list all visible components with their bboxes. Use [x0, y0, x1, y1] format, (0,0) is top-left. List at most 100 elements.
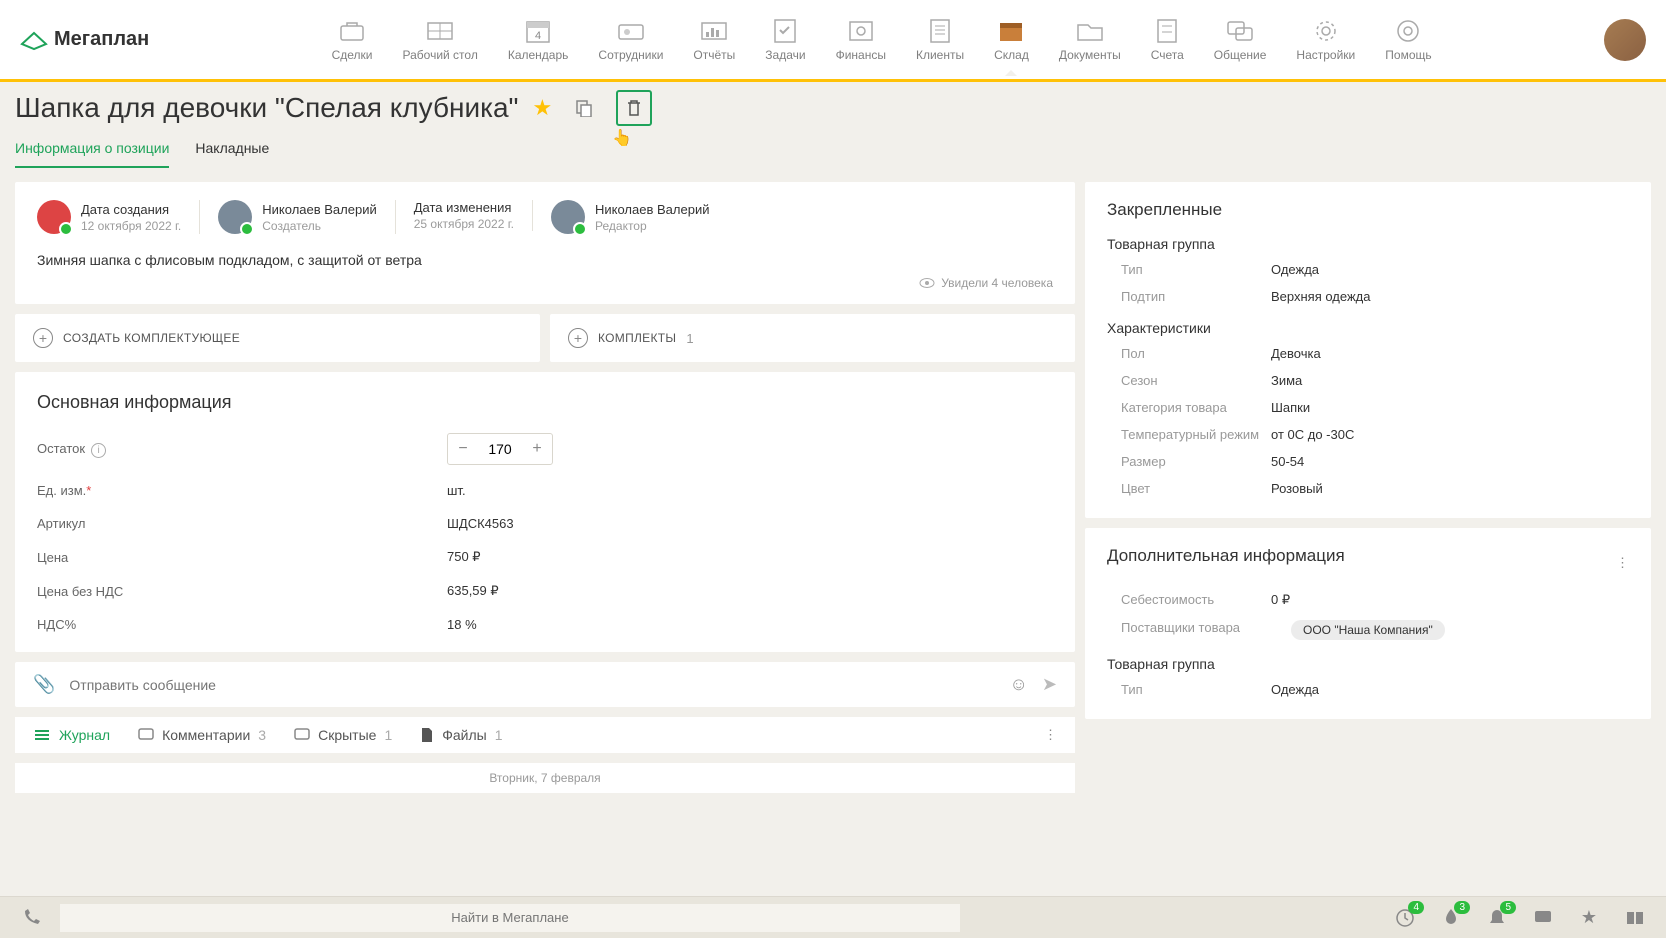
journal-icon [33, 728, 51, 742]
row-vat: НДС% 18 % [37, 617, 1053, 632]
star-icon[interactable]: ★ [532, 95, 552, 121]
unit-value: шт. [447, 483, 466, 498]
emoji-icon[interactable]: ☺ [1010, 674, 1028, 695]
pinned-card: Закрепленные Товарная группа ТипОдежда П… [1085, 182, 1651, 518]
nav-label: Задачи [765, 48, 805, 62]
avatar[interactable] [218, 200, 252, 234]
vat-label: НДС% [37, 617, 447, 632]
price-label: Цена [37, 550, 447, 565]
svg-text:4: 4 [535, 30, 541, 42]
more-button[interactable]: ⋮ [1044, 727, 1057, 743]
stock-input[interactable] [478, 441, 522, 457]
copy-button[interactable] [566, 90, 602, 126]
nav-deals[interactable]: Сделки [332, 18, 373, 62]
fire-icon[interactable]: 3 [1440, 907, 1462, 929]
nav-reports[interactable]: Отчёты [693, 18, 735, 62]
stock-label: Остаток [37, 441, 85, 456]
modified-label: Дата изменения [414, 200, 514, 215]
price-novat-value: 635,59 ₽ [447, 583, 499, 599]
star-icon[interactable]: ★ [1578, 907, 1600, 929]
season-label: Сезон [1121, 373, 1271, 388]
description: Зимняя шапка с флисовым подкладом, с защ… [37, 252, 1053, 268]
tab-invoices[interactable]: Накладные [195, 134, 269, 168]
minus-button[interactable]: − [448, 434, 478, 464]
tab-journal[interactable]: Журнал [33, 727, 110, 743]
group-heading2: Товарная группа [1107, 656, 1629, 672]
nav-label: Настройки [1296, 48, 1355, 62]
views-text: Увидели 4 человека [941, 276, 1053, 290]
plus-button[interactable]: + [522, 434, 552, 464]
book-icon[interactable] [1624, 907, 1646, 929]
top-nav: Мегаплан Сделки Рабочий стол 4 Календарь … [0, 0, 1666, 80]
editor-name: Николаев Валерий [595, 202, 709, 217]
color-value: Розовый [1271, 481, 1323, 496]
nav-label: Счета [1151, 48, 1184, 62]
subtype-label: Подтип [1121, 289, 1271, 304]
temp-label: Температурный режим [1121, 427, 1271, 442]
nav-label: Сделки [332, 48, 373, 62]
page-header: Шапка для девочки "Спелая клубника" ★ [15, 90, 1651, 126]
bundles-label: КОМПЛЕКТЫ [598, 331, 676, 345]
nav-employees[interactable]: Сотрудники [598, 18, 663, 62]
vat-value: 18 % [447, 617, 477, 632]
creator-name: Николаев Валерий [262, 202, 376, 217]
cost-value: 0 ₽ [1271, 592, 1290, 608]
delete-button[interactable] [616, 90, 652, 126]
type-value: Одежда [1271, 262, 1319, 277]
nav-finance[interactable]: Финансы [836, 18, 886, 62]
message-input[interactable] [69, 677, 995, 693]
nav-label: Общение [1214, 48, 1267, 62]
nav-clients[interactable]: Клиенты [916, 18, 964, 62]
nav-documents[interactable]: Документы [1059, 18, 1121, 62]
info-icon[interactable]: i [91, 443, 106, 458]
columns: Дата создания12 октября 2022 г. Николаев… [15, 182, 1651, 793]
row-stock: Остаток i − + [37, 433, 1053, 465]
nav-label: Календарь [508, 48, 569, 62]
chars-heading: Характеристики [1107, 320, 1629, 336]
meta-created: Дата создания12 октября 2022 г. [37, 200, 200, 234]
nav-warehouse[interactable]: Склад [994, 18, 1029, 62]
nav-desktop[interactable]: Рабочий стол [403, 18, 478, 62]
logo[interactable]: Мегаплан [20, 28, 149, 51]
send-icon[interactable]: ➤ [1042, 674, 1057, 695]
nav-label: Документы [1059, 48, 1121, 62]
chat-icon[interactable] [1532, 907, 1554, 929]
search-input[interactable] [60, 904, 960, 932]
avatar[interactable] [37, 200, 71, 234]
nav-invoices[interactable]: Счета [1151, 18, 1184, 62]
nav-help[interactable]: Помощь [1385, 18, 1431, 62]
nav-chat[interactable]: Общение [1214, 18, 1267, 62]
season-value: Зима [1271, 373, 1302, 388]
cat-label: Категория товара [1121, 400, 1271, 415]
tab-files[interactable]: Файлы 1 [420, 727, 502, 743]
tab-info[interactable]: Информация о позиции [15, 134, 169, 168]
gender-label: Пол [1121, 346, 1271, 361]
tabs: Информация о позиции Накладные [15, 134, 1651, 168]
nav-calendar[interactable]: 4 Календарь [508, 18, 569, 62]
hidden-count: 1 [384, 727, 392, 743]
nav-settings[interactable]: Настройки [1296, 18, 1355, 62]
bell-icon[interactable]: 5 [1486, 907, 1508, 929]
supplier-chip[interactable]: ООО "Наша Компания" [1291, 620, 1445, 640]
create-component-button[interactable]: + СОЗДАТЬ КОМПЛЕКТУЮЩЕЕ [15, 314, 540, 362]
nav-tasks[interactable]: Задачи [765, 18, 805, 62]
views[interactable]: Увидели 4 человека [37, 276, 1053, 290]
more-button[interactable]: ⋮ [1616, 555, 1629, 571]
price-value: 750 ₽ [447, 549, 481, 565]
avatar[interactable] [551, 200, 585, 234]
tab-comments[interactable]: Комментарии 3 [138, 727, 266, 743]
nav-items: Сделки Рабочий стол 4 Календарь Сотрудник… [179, 18, 1584, 62]
temp-value: от 0С до -30С [1271, 427, 1354, 442]
message-box: 📎 ☺ ➤ [15, 662, 1075, 707]
tab-hidden[interactable]: Скрытые 1 [294, 727, 392, 743]
clock-icon[interactable]: 4 [1394, 907, 1416, 929]
row-unit: Ед. изм.* шт. [37, 483, 1053, 498]
attach-icon[interactable]: 📎 [33, 674, 55, 695]
bundles-button[interactable]: + КОМПЛЕКТЫ 1 [550, 314, 1075, 362]
type-value2: Одежда [1271, 682, 1319, 697]
pinned-heading: Закрепленные [1107, 200, 1629, 220]
user-avatar[interactable] [1604, 19, 1646, 61]
phone-icon[interactable] [20, 907, 42, 929]
quantity-stepper[interactable]: − + [447, 433, 553, 465]
hidden-icon [294, 728, 310, 742]
